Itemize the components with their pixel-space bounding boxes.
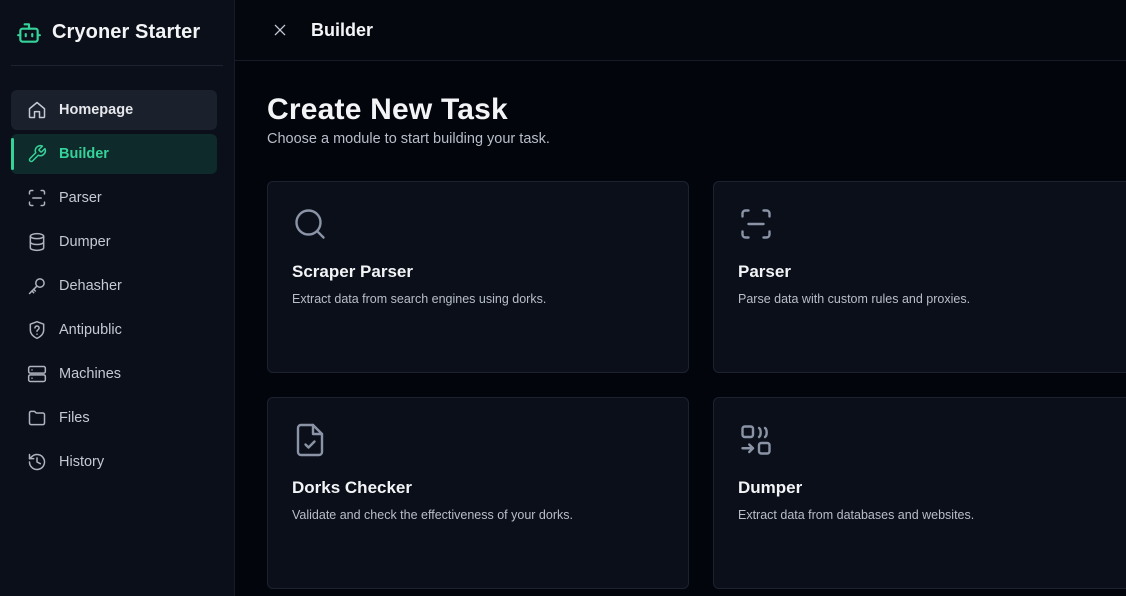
robot-icon [16,20,42,46]
module-description: Extract data from search engines using d… [292,292,547,306]
module-description: Validate and check the effectiveness of … [292,508,573,522]
sidebar-item-label: Builder [59,146,109,162]
close-icon[interactable] [271,21,289,39]
module-card-scraper-parser[interactable]: Scraper Parser Extract data from search … [267,181,689,373]
key-icon [27,276,47,296]
app-title: Cryoner Starter [52,21,201,43]
file-check-icon [292,422,328,458]
module-description: Parse data with custom rules and proxies… [738,292,971,306]
scan-icon [27,188,47,208]
sidebar-item-label: Antipublic [59,322,122,338]
shield-question-icon [27,320,47,340]
sidebar-item-label: Dumper [59,234,111,250]
sidebar-item-builder[interactable]: Builder [11,134,217,174]
home-icon [27,100,47,120]
sidebar-item-label: Homepage [59,102,134,118]
module-card-dorks-checker[interactable]: Dorks Checker Validate and check the eff… [267,397,689,589]
module-title: Parser [738,262,791,281]
sidebar-item-dumper[interactable]: Dumper [11,222,217,262]
topbar-title: Builder [311,19,374,40]
module-card-dumper[interactable]: Dumper Extract data from databases and w… [713,397,1126,589]
sidebar-nav: Homepage Builder Parser Dumper Dehasher … [0,66,234,482]
sidebar-item-label: Dehasher [59,278,122,294]
module-description: Extract data from databases and websites… [738,508,975,522]
sidebar-item-label: Files [59,410,90,426]
module-grid: Scraper Parser Extract data from search … [267,181,1126,589]
sidebar-item-label: History [59,454,105,470]
sidebar: Cryoner Starter Homepage Builder Parser [0,0,235,596]
module-title: Dumper [738,478,803,497]
main-panel: Builder Create New Task Choose a module … [235,0,1126,596]
brand[interactable]: Cryoner Starter [11,0,223,66]
page-title: Create New Task [267,93,508,126]
module-card-parser[interactable]: Parser Parse data with custom rules and … [713,181,1126,373]
wrench-icon [27,144,47,164]
history-icon [27,452,47,472]
content: Create New Task Choose a module to start… [235,61,1126,589]
sidebar-item-label: Parser [59,190,102,206]
topbar: Builder [235,0,1126,61]
sidebar-item-label: Machines [59,366,122,382]
server-icon [27,364,47,384]
sidebar-item-files[interactable]: Files [11,398,217,438]
dumper-icon [738,422,774,458]
page-subtitle: Choose a module to start building your t… [267,131,550,147]
module-title: Scraper Parser [292,262,413,281]
scan-icon [738,206,774,242]
sidebar-item-machines[interactable]: Machines [11,354,217,394]
database-icon [27,232,47,252]
sidebar-item-homepage[interactable]: Homepage [11,90,217,130]
sidebar-item-antipublic[interactable]: Antipublic [11,310,217,350]
sidebar-item-parser[interactable]: Parser [11,178,217,218]
search-icon [292,206,328,242]
sidebar-item-history[interactable]: History [11,442,217,482]
folder-icon [27,408,47,428]
app-root: Cryoner Starter Homepage Builder Parser [0,0,1126,596]
sidebar-item-dehasher[interactable]: Dehasher [11,266,217,306]
module-title: Dorks Checker [292,478,413,497]
